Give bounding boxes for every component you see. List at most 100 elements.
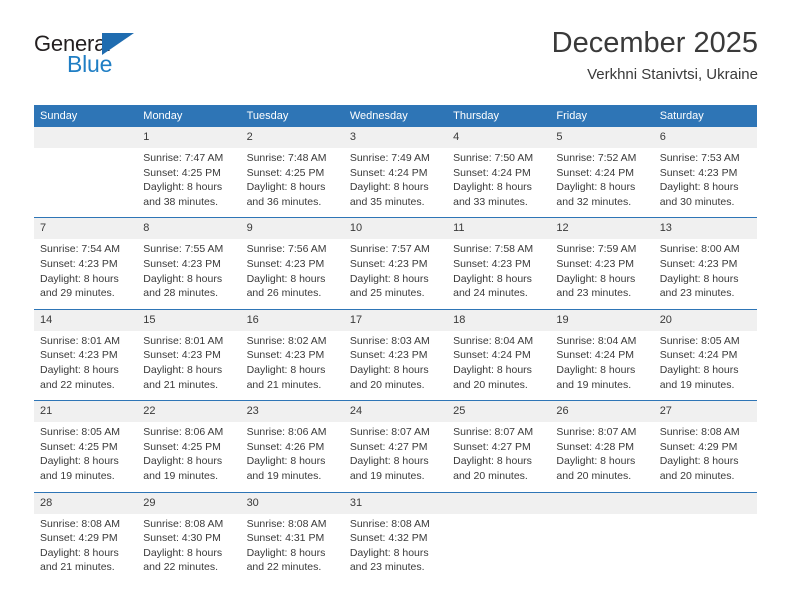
calendar-day-cell[interactable]: 21 Sunrise: 8:05 AM Sunset: 4:25 PM Dayligh… [34, 400, 138, 492]
daylight-text: and 20 minutes. [349, 378, 425, 391]
calendar-day-cell[interactable]: 29 Sunrise: 8:08 AM Sunset: 4:30 PM Dayligh… [137, 491, 241, 583]
daylight-text: and 19 minutes. [40, 469, 115, 482]
calendar-day-cell[interactable]: 12 Sunrise: 7:59 AM Sunset: 4:23 PM Dayligh… [550, 217, 654, 310]
day-details: Sunrise: 7:57 AM Sunset: 4:23 PM Daylight:… [344, 239, 447, 308]
calendar-day-cell[interactable]: 26 Sunrise: 8:07 AM Sunset: 4:28 PM Dayligh… [550, 400, 654, 492]
calendar-day-cell[interactable]: 24 Sunrise: 8:07 AM Sunset: 4:27 PM Dayligh… [343, 400, 448, 492]
daylight-text: Daylight: 8 hours [556, 181, 636, 194]
calendar-day-cell[interactable]: 7 Sunrise: 7:54 AM Sunset: 4:23 PM Daylight… [34, 217, 138, 310]
calendar-day-cell-empty [550, 491, 654, 583]
day-number: 17 [343, 309, 448, 331]
sunset-text: Sunset: 4:30 PM [143, 532, 221, 545]
day-details: Sunrise: 8:05 AM Sunset: 4:24 PM Daylight:… [654, 331, 757, 400]
daylight-text: and 33 minutes. [453, 195, 528, 208]
day-number: 21 [34, 401, 138, 423]
calendar-day-cell-empty [447, 491, 551, 583]
sunset-text: Sunset: 4:23 PM [143, 349, 221, 362]
sunrise-text: Sunrise: 8:08 AM [659, 426, 740, 439]
title-block: December 2025 Verkhni Stanivtsi, Ukraine [552, 26, 758, 85]
day-number: 13 [653, 218, 757, 240]
sunset-text: Sunset: 4:23 PM [40, 349, 118, 362]
calendar-day-cell[interactable]: 18 Sunrise: 8:04 AM Sunset: 4:24 PM Dayligh… [447, 308, 551, 401]
calendar-day-cell[interactable]: 20 Sunrise: 8:05 AM Sunset: 4:24 PM Dayligh… [653, 308, 757, 401]
sunset-text: Sunset: 4:23 PM [246, 257, 325, 270]
page-title: December 2025 [551, 27, 758, 59]
sunrise-text: Sunrise: 7:50 AM [453, 152, 534, 164]
daylight-text: and 26 minutes. [246, 287, 322, 300]
calendar-day-cell[interactable]: 13 Sunrise: 8:00 AM Sunset: 4:23 PM Dayligh… [653, 217, 757, 310]
calendar-day-cell[interactable]: 10 Sunrise: 7:57 AM Sunset: 4:23 PM Dayligh… [343, 217, 448, 310]
calendar-day-cell[interactable]: 27 Sunrise: 8:08 AM Sunset: 4:29 PM Dayligh… [653, 400, 757, 492]
daylight-text: and 24 minutes. [453, 287, 528, 300]
daylight-text: Daylight: 8 hours [349, 455, 429, 468]
calendar-day-cell[interactable]: 31 Sunrise: 8:08 AM Sunset: 4:32 PM Dayligh… [343, 491, 448, 583]
calendar-day-cell[interactable]: 5 Sunrise: 7:52 AM Sunset: 4:24 PM Daylight… [550, 127, 654, 218]
calendar-day-cell[interactable]: 23 Sunrise: 8:06 AM Sunset: 4:26 PM Dayligh… [240, 400, 344, 492]
calendar-page: General Blue December 2025 Verkhni Stani… [0, 0, 792, 612]
day-details: Sunrise: 7:48 AM Sunset: 4:25 PM Daylight:… [241, 148, 344, 217]
sunset-text: Sunset: 4:32 PM [349, 532, 428, 545]
calendar-day-cell[interactable]: 15 Sunrise: 8:01 AM Sunset: 4:23 PM Dayligh… [137, 308, 241, 401]
calendar-day-cell[interactable]: 14 Sunrise: 8:01 AM Sunset: 4:23 PM Dayligh… [34, 308, 138, 401]
sunset-text: Sunset: 4:25 PM [246, 166, 325, 179]
daylight-text: and 19 minutes. [143, 469, 218, 482]
sunset-text: Sunset: 4:23 PM [453, 257, 531, 270]
calendar-week-row: 1 Sunrise: 7:47 AM Sunset: 4:25 PM Daylight… [34, 127, 757, 218]
day-details: Sunrise: 8:03 AM Sunset: 4:23 PM Daylight:… [344, 331, 447, 400]
calendar-day-cell[interactable]: 22 Sunrise: 8:06 AM Sunset: 4:25 PM Dayligh… [137, 400, 241, 492]
day-number: 1 [137, 127, 241, 148]
calendar-day-cell[interactable]: 17 Sunrise: 8:03 AM Sunset: 4:23 PM Dayligh… [343, 308, 448, 401]
day-number: 24 [343, 401, 448, 423]
sunrise-text: Sunrise: 7:54 AM [40, 243, 120, 256]
calendar-day-cell[interactable]: 25 Sunrise: 8:07 AM Sunset: 4:27 PM Dayligh… [447, 400, 551, 492]
calendar-day-cell[interactable]: 11 Sunrise: 7:58 AM Sunset: 4:23 PM Dayligh… [447, 217, 551, 310]
calendar-day-cell[interactable]: 16 Sunrise: 8:02 AM Sunset: 4:23 PM Dayligh… [240, 308, 344, 401]
daylight-text: and 25 minutes. [349, 287, 425, 300]
daylight-text: Daylight: 8 hours [143, 546, 223, 559]
daylight-text: and 22 minutes. [246, 561, 322, 574]
daylight-text: Daylight: 8 hours [556, 272, 636, 285]
day-details: Sunrise: 8:08 AM Sunset: 4:32 PM Daylight:… [344, 514, 447, 583]
calendar-day-cell[interactable]: 1 Sunrise: 7:47 AM Sunset: 4:25 PM Daylight… [137, 127, 241, 218]
day-details: Sunrise: 8:08 AM Sunset: 4:30 PM Daylight:… [137, 514, 240, 583]
calendar-day-cell[interactable]: 8 Sunrise: 7:55 AM Sunset: 4:23 PM Daylight… [137, 217, 241, 310]
sunrise-text: Sunrise: 8:04 AM [556, 334, 637, 347]
sunset-text: Sunset: 4:29 PM [40, 532, 118, 545]
daylight-text: Daylight: 8 hours [143, 455, 223, 468]
general-blue-logo[interactable]: General Blue [34, 32, 254, 88]
daylight-text: and 23 minutes. [556, 287, 632, 300]
sunrise-text: Sunrise: 8:01 AM [40, 334, 120, 347]
calendar-header-row-group: Sunday Monday Tuesday Wednesday Thursday… [34, 105, 757, 127]
sunset-text: Sunset: 4:23 PM [143, 257, 221, 270]
day-details: Sunrise: 8:08 AM Sunset: 4:29 PM Daylight:… [654, 422, 757, 491]
day-details: Sunrise: 8:01 AM Sunset: 4:23 PM Daylight:… [137, 331, 240, 400]
daylight-text: Daylight: 8 hours [349, 181, 429, 194]
calendar-day-cell[interactable]: 2 Sunrise: 7:48 AM Sunset: 4:25 PM Daylight… [240, 127, 344, 218]
day-number: 7 [34, 218, 138, 240]
calendar-day-cell[interactable]: 3 Sunrise: 7:49 AM Sunset: 4:24 PM Daylight… [343, 127, 448, 218]
daylight-text: Daylight: 8 hours [40, 272, 119, 285]
day-number [550, 492, 654, 514]
calendar-day-cell[interactable]: 9 Sunrise: 7:56 AM Sunset: 4:23 PM Daylight… [240, 217, 344, 310]
sunrise-text: Sunrise: 7:58 AM [453, 243, 534, 256]
calendar-day-cell[interactable]: 6 Sunrise: 7:53 AM Sunset: 4:23 PM Daylight… [653, 127, 757, 218]
calendar-day-cell[interactable]: 19 Sunrise: 8:04 AM Sunset: 4:24 PM Dayligh… [550, 308, 654, 401]
sunrise-text: Sunrise: 8:07 AM [556, 426, 637, 439]
sunrise-text: Sunrise: 8:04 AM [453, 334, 534, 347]
sunset-text: Sunset: 4:24 PM [556, 166, 635, 179]
day-number: 23 [240, 401, 344, 423]
sunset-text: Sunset: 4:23 PM [246, 349, 325, 362]
calendar-day-cell[interactable]: 30 Sunrise: 8:08 AM Sunset: 4:31 PM Dayligh… [240, 491, 344, 583]
calendar-day-cell[interactable]: 28 Sunrise: 8:08 AM Sunset: 4:29 PM Dayligh… [34, 491, 138, 583]
day-details: Sunrise: 8:04 AM Sunset: 4:24 PM Daylight:… [550, 331, 653, 400]
daylight-text: and 29 minutes. [40, 287, 115, 300]
daylight-text: and 22 minutes. [40, 378, 115, 391]
day-number: 10 [343, 218, 448, 240]
day-number: 11 [447, 218, 551, 240]
day-number: 6 [653, 127, 757, 148]
day-details: Sunrise: 8:02 AM Sunset: 4:23 PM Daylight:… [241, 331, 344, 400]
daylight-text: and 36 minutes. [246, 195, 322, 208]
sunset-text: Sunset: 4:25 PM [40, 440, 118, 453]
day-number: 22 [137, 401, 241, 423]
calendar-day-cell[interactable]: 4 Sunrise: 7:50 AM Sunset: 4:24 PM Daylight… [447, 127, 551, 218]
